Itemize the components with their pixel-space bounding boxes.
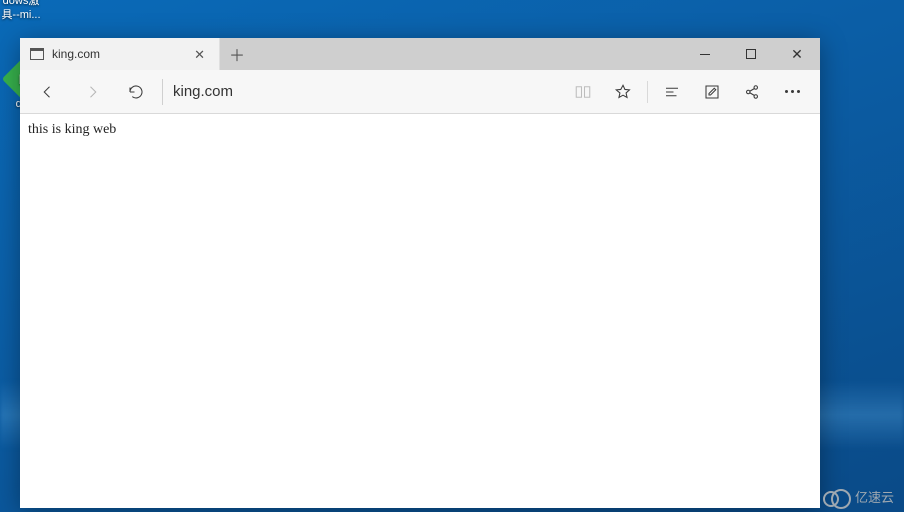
tab-title: king.com <box>52 47 182 61</box>
page-text: this is king web <box>28 122 116 137</box>
more-button[interactable] <box>772 72 812 112</box>
window-close-button[interactable]: ✕ <box>774 38 820 70</box>
notes-button[interactable] <box>692 72 732 112</box>
browser-toolbar <box>20 70 820 114</box>
browser-tab-active[interactable]: king.com ✕ <box>20 38 220 70</box>
reading-view-button[interactable] <box>563 72 603 112</box>
forward-button[interactable] <box>72 72 112 112</box>
address-input[interactable] <box>173 83 559 100</box>
refresh-button[interactable] <box>116 72 156 112</box>
tab-strip: king.com ✕ ＋ ✕ <box>20 38 820 70</box>
watermark-text: 亿速云 <box>855 487 894 506</box>
window-maximize-button[interactable] <box>728 38 774 70</box>
window-controls: ✕ <box>682 38 820 70</box>
cloud-icon <box>823 489 849 505</box>
new-tab-button[interactable]: ＋ <box>220 38 254 70</box>
lines-icon <box>663 83 681 101</box>
address-separator <box>162 79 163 105</box>
ellipsis-icon <box>785 90 800 93</box>
back-button[interactable] <box>28 72 68 112</box>
address-bar[interactable] <box>173 70 559 114</box>
arrow-left-icon <box>39 83 57 101</box>
star-icon <box>614 83 632 101</box>
arrow-right-icon <box>83 83 101 101</box>
share-icon <box>743 83 761 101</box>
toolbar-separator <box>647 81 648 103</box>
share-button[interactable] <box>732 72 772 112</box>
desktop-shortcut-1-label: dows激 具--mi... <box>1 0 40 21</box>
edge-browser-window: king.com ✕ ＋ ✕ <box>20 38 820 508</box>
watermark: 亿速云 <box>823 487 894 506</box>
refresh-icon <box>127 83 145 101</box>
window-minimize-button[interactable] <box>682 38 728 70</box>
book-icon <box>574 83 592 101</box>
page-content: this is king web <box>20 114 820 508</box>
favorites-button[interactable] <box>603 72 643 112</box>
tab-close-button[interactable]: ✕ <box>190 44 209 65</box>
desktop-shortcut-1[interactable]: dows激 具--mi... <box>0 0 56 22</box>
hub-button[interactable] <box>652 72 692 112</box>
page-favicon-icon <box>30 48 44 60</box>
note-edit-icon <box>703 83 721 101</box>
